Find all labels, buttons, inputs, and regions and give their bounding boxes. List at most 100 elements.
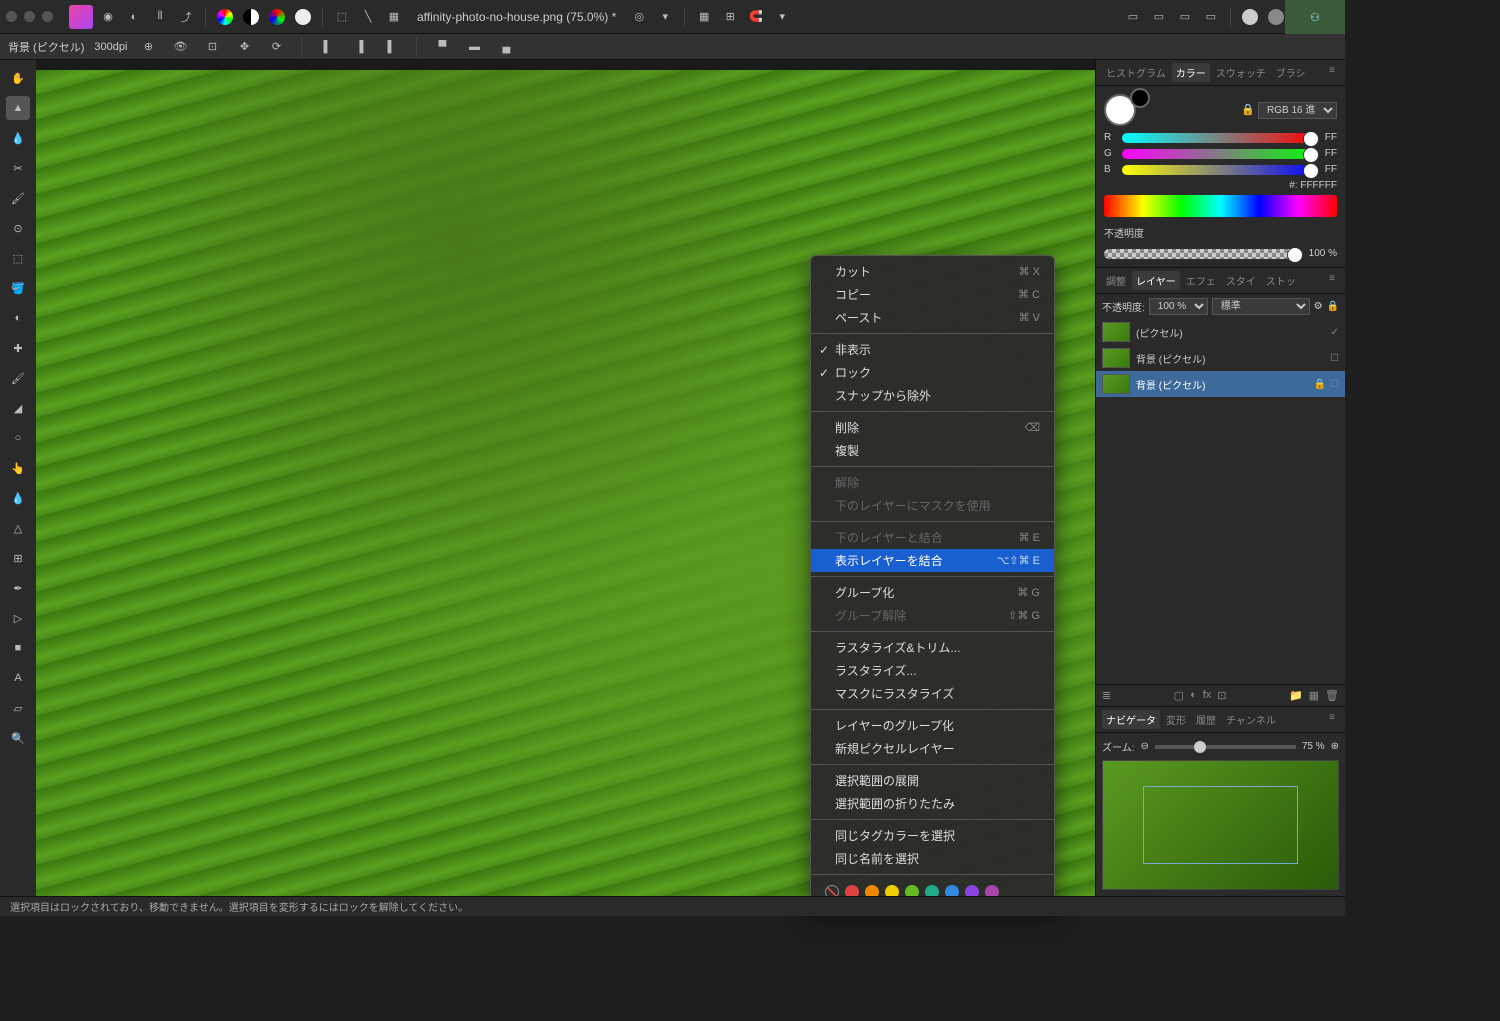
color-wheel-icon[interactable] <box>214 6 236 28</box>
tab-brushes[interactable]: ブラシ <box>1272 63 1310 82</box>
zoom-tool[interactable]: 🔍 <box>6 726 30 750</box>
menu-item[interactable]: 選択範囲の折りたたみ <box>811 792 1054 815</box>
tab-channels[interactable]: チャンネル <box>1222 710 1280 729</box>
menu-item[interactable]: グループ化⌘ G <box>811 581 1054 604</box>
hex-value[interactable]: #: FFFFFF <box>1104 180 1337 191</box>
tab-color[interactable]: カラー <box>1172 63 1210 82</box>
nav-menu-icon[interactable]: ≡ <box>1325 710 1339 729</box>
layer-stack-icon[interactable]: ≣ <box>1102 689 1111 702</box>
mesh-tool[interactable]: ⊞ <box>6 546 30 570</box>
tab-adjust[interactable]: 調整 <box>1102 271 1130 290</box>
panel-menu-icon[interactable]: ≡ <box>1325 63 1339 82</box>
lock-icon[interactable]: 🔒 <box>1314 379 1326 390</box>
add-layer-icon[interactable]: ▦ <box>1309 689 1319 702</box>
menu-item[interactable]: マスクにラスタライズ <box>811 682 1054 705</box>
contrast-icon[interactable] <box>240 6 262 28</box>
tab-history[interactable]: 履歴 <box>1192 710 1220 729</box>
tab-swatches[interactable]: スウォッチ <box>1212 63 1270 82</box>
blur-tool[interactable]: 💧 <box>6 486 30 510</box>
eye-tool-icon[interactable]: 👁 <box>169 36 191 58</box>
menu-item[interactable]: 同じタグカラーを選択 <box>811 824 1054 847</box>
guides-icon[interactable]: ⊞ <box>719 6 741 28</box>
background-swatch[interactable] <box>1130 88 1150 108</box>
menu-item[interactable]: 同じ名前を選択 <box>811 847 1054 870</box>
zoom-slider[interactable] <box>1155 745 1296 749</box>
tab-layers[interactable]: レイヤー <box>1132 271 1180 290</box>
color-mode-select[interactable]: RGB 16 進 <box>1258 102 1337 119</box>
layers-menu-icon[interactable]: ≡ <box>1325 271 1339 290</box>
align-center-icon[interactable]: ▐ <box>348 36 370 58</box>
zoom-value[interactable]: 75 % <box>1302 741 1325 752</box>
spectrum-picker[interactable] <box>1104 195 1337 217</box>
paint-tool[interactable]: 🖌 <box>6 366 30 390</box>
target-icon[interactable]: ◎ <box>628 6 650 28</box>
quick-mask-icon[interactable]: ▦ <box>383 6 405 28</box>
opacity-value[interactable]: 100 % <box>1309 248 1337 259</box>
delete-layer-icon[interactable]: 🗑 <box>1325 689 1339 702</box>
tab-histogram[interactable]: ヒストグラム <box>1102 63 1170 82</box>
develop-persona-icon[interactable]: ◐ <box>123 6 145 28</box>
liquify-persona-icon[interactable]: ◉ <box>97 6 119 28</box>
r-value[interactable]: FF <box>1325 132 1337 143</box>
arrange-front-icon[interactable]: ▭ <box>1174 6 1196 28</box>
g-value[interactable]: FF <box>1325 148 1337 159</box>
menu-item[interactable]: ペースト⌘ V <box>811 306 1054 329</box>
move-tool[interactable]: ▲ <box>6 96 30 120</box>
sharpen-tool[interactable]: △ <box>6 516 30 540</box>
menu-item[interactable]: 非表示 <box>811 338 1054 361</box>
rotate-tool-icon[interactable]: ⟳ <box>265 36 287 58</box>
arrange-forward-icon[interactable]: ▭ <box>1148 6 1170 28</box>
target-tool-icon[interactable]: ⊕ <box>137 36 159 58</box>
dodge-tool[interactable]: ○ <box>6 426 30 450</box>
mask-icon[interactable]: ▢ <box>1174 689 1184 702</box>
align-right-icon[interactable]: ▌ <box>380 36 402 58</box>
shape-tool[interactable]: ■ <box>6 636 30 660</box>
menu-item[interactable]: 削除⌫ <box>811 416 1054 439</box>
nav-preview[interactable] <box>1102 760 1339 890</box>
blend-mode-select[interactable]: 標準 <box>1212 298 1310 315</box>
hand-tool[interactable]: ✋ <box>6 66 30 90</box>
eyedropper-tool[interactable]: 💧 <box>6 126 30 150</box>
lock-icon[interactable]: 🔒 <box>1241 104 1255 116</box>
flood-tool[interactable]: 🪣 <box>6 276 30 300</box>
layer-opacity-select[interactable]: 100 % <box>1149 298 1208 315</box>
shape1-icon[interactable] <box>1239 6 1261 28</box>
b-slider[interactable] <box>1122 165 1319 175</box>
zoom-out-icon[interactable]: ⊖ <box>1140 741 1148 752</box>
export-persona-icon[interactable]: ⤴ <box>175 6 197 28</box>
crop-tool[interactable]: ✂ <box>6 156 30 180</box>
layer-item[interactable]: 背景 (ピクセル) ☐ <box>1096 345 1345 371</box>
menu-item[interactable]: ラスタライズ&トリム... <box>811 636 1054 659</box>
smudge-tool[interactable]: 👆 <box>6 456 30 480</box>
selection-icon[interactable]: ⬚ <box>331 6 353 28</box>
gear-icon[interactable]: ⚙ <box>1314 301 1323 312</box>
layer-lock-icon[interactable]: 🔒 <box>1327 301 1339 312</box>
layer-item[interactable]: 背景 (ピクセル) 🔒☐ <box>1096 371 1345 397</box>
menu-item[interactable]: カット⌘ X <box>811 260 1054 283</box>
menu-item[interactable]: コピー⌘ C <box>811 283 1054 306</box>
tab-styles[interactable]: スタイ <box>1222 271 1260 290</box>
adjust-icon[interactable]: ◐ <box>1190 689 1197 702</box>
menu-item[interactable]: 選択範囲の展開 <box>811 769 1054 792</box>
window-controls[interactable] <box>6 11 53 22</box>
arrange-back-icon[interactable]: ▭ <box>1122 6 1144 28</box>
tab-stock[interactable]: ストッ <box>1262 271 1300 290</box>
transform-tool-icon[interactable]: ⊡ <box>201 36 223 58</box>
menu-item[interactable]: スナップから除外 <box>811 384 1054 407</box>
erase-tool[interactable]: ◢ <box>6 396 30 420</box>
visible-checkbox[interactable]: ☐ <box>1330 353 1339 364</box>
menu-item[interactable]: ラスタライズ... <box>811 659 1054 682</box>
dropdown-icon[interactable]: ▾ <box>654 6 676 28</box>
opacity-slider[interactable] <box>1104 249 1303 259</box>
arrange-behind-icon[interactable]: ▭ <box>1200 6 1222 28</box>
align-top-icon[interactable]: ▀ <box>431 36 453 58</box>
text-tool[interactable]: A <box>6 666 30 690</box>
move-tool-icon[interactable]: ✥ <box>233 36 255 58</box>
align-bottom-icon[interactable]: ▄ <box>495 36 517 58</box>
align-middle-icon[interactable]: ▬ <box>463 36 485 58</box>
app-logo-icon[interactable] <box>69 5 93 29</box>
folder-icon[interactable]: 📁 <box>1289 689 1303 702</box>
healing-tool[interactable]: ✚ <box>6 336 30 360</box>
menu-item[interactable]: 表示レイヤーを結合⌥⇧⌘ E <box>811 549 1054 572</box>
perspective-tool[interactable]: ▱ <box>6 696 30 720</box>
